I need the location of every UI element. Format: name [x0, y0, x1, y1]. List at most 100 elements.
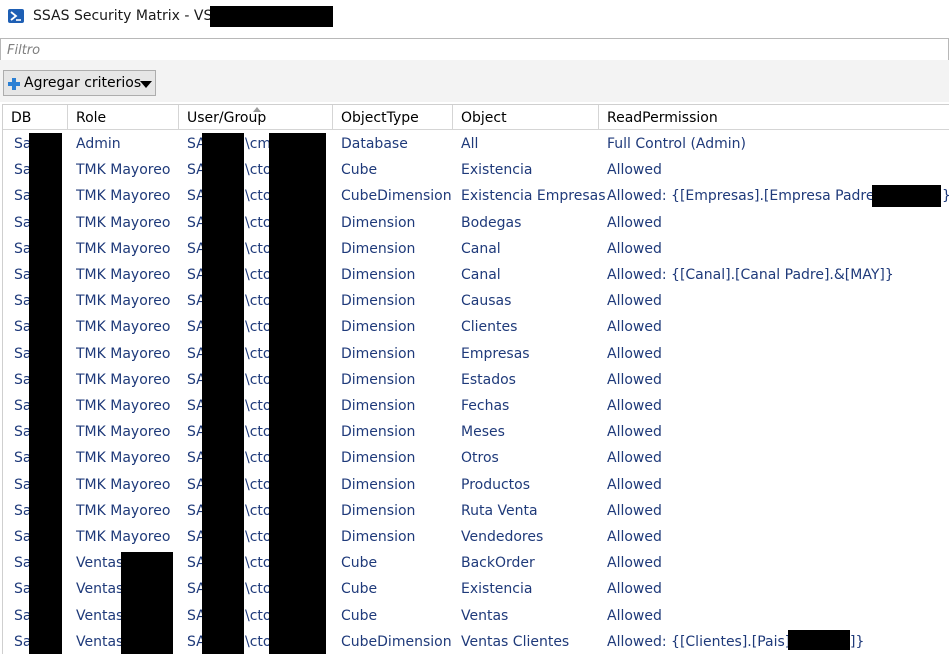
cell-objecttype: Dimension: [341, 476, 416, 493]
table-row[interactable]: Sa TMK Mayoreo SA \cto Dimension Bodegas Allow…: [3, 210, 949, 236]
table-row[interactable]: Sa TMK Mayoreo SA \cto Dimension Canal Allowed: [3, 236, 949, 262]
cell-object: All: [461, 136, 479, 152]
cell-role: TMK Mayoreo: [76, 162, 171, 179]
cell-objecttype: Dimension: [341, 529, 416, 545]
cell-readpermission: Allowed: [607, 424, 662, 441]
cell-readpermission: Allowed: [607, 293, 662, 310]
redaction-block: [210, 6, 333, 27]
cell-readpermission: Allowed: [607, 319, 662, 336]
cell-user-name: \cto: [245, 371, 272, 388]
cell-user-name: \cto: [245, 529, 272, 545]
redaction-block: [202, 133, 244, 654]
table-row[interactable]: Sa TMK Mayoreo SA \cto Dimension Ruta Venta Al…: [3, 498, 949, 524]
cell-role: TMK Mayoreo: [76, 345, 171, 362]
cell-object: Canal: [461, 240, 501, 257]
cell-object: Meses: [461, 424, 505, 441]
table-row[interactable]: Sa TMK Mayoreo SA \cto Dimension Estados Allow…: [3, 367, 949, 393]
cell-object: Ruta Venta: [461, 502, 538, 519]
cell-objecttype: CubeDimension: [341, 188, 452, 205]
cell-role: TMK Mayoreo: [76, 398, 171, 414]
cell-user-name: \cto: [245, 162, 272, 179]
cell-role: TMK Mayoreo: [76, 240, 171, 257]
cell-user-name: \cm: [245, 136, 272, 152]
grid-header: DB Role User/Group ObjectType Object Rea…: [3, 105, 949, 130]
cell-objecttype: Cube: [341, 162, 378, 179]
cell-object: Existencia: [461, 581, 533, 598]
cell-role: TMK Mayoreo: [76, 502, 171, 519]
cell-objecttype: CubeDimension: [341, 633, 452, 650]
cell-readpermission-tail: ]}: [850, 633, 865, 650]
cell-user-name: \cto: [245, 214, 272, 231]
cell-role: TMK Mayoreo: [76, 371, 171, 388]
cell-user-name: \cto: [245, 188, 272, 205]
table-row[interactable]: Sa TMK Mayoreo SA \cto Dimension Productos All…: [3, 472, 949, 498]
cell-objecttype: Cube: [341, 555, 378, 572]
cell-readpermission: Allowed: [607, 450, 662, 467]
caret-down-icon: [140, 81, 152, 88]
cell-user-name: \cto: [245, 424, 272, 441]
cell-user-name: \cto: [245, 319, 272, 336]
cell-role: TMK Mayoreo: [76, 188, 171, 205]
redaction-block: [269, 133, 326, 654]
cell-user-name: \cto: [245, 267, 272, 283]
cell-objecttype: Cube: [341, 607, 378, 624]
column-header-role[interactable]: Role: [68, 105, 179, 129]
cell-readpermission: Allowed: [607, 398, 662, 414]
cell-role: TMK Mayoreo: [76, 214, 171, 231]
cell-objecttype: Dimension: [341, 371, 416, 388]
table-row[interactable]: Sa TMK Mayoreo SA \cto Dimension Vendedores Al…: [3, 524, 949, 550]
cell-readpermission: Allowed: [607, 607, 662, 624]
cell-object: Canal: [461, 267, 501, 283]
cell-user-name: \cto: [245, 607, 272, 624]
cell-object: Clientes: [461, 319, 518, 336]
cell-readpermission: Allowed: {[Empresas].[Empresa Padre].&[: [607, 188, 901, 205]
cell-role: Ventas: [76, 555, 124, 572]
table-row[interactable]: Sa TMK Mayoreo SA \cto Dimension Fechas Allowe…: [3, 393, 949, 419]
cell-readpermission: Allowed: [607, 502, 662, 519]
cell-objecttype: Dimension: [341, 214, 416, 231]
cell-role: Admin: [76, 136, 121, 152]
cell-readpermission-tail: }: [942, 183, 949, 209]
cell-readpermission: Allowed: [607, 214, 662, 231]
table-row[interactable]: Sa TMK Mayoreo SA \cto Dimension Otros Allowed: [3, 445, 949, 471]
cell-objecttype: Dimension: [341, 398, 416, 414]
column-header-readpermission[interactable]: ReadPermission: [599, 105, 949, 129]
filter-box[interactable]: [0, 38, 949, 61]
sort-ascending-icon: [253, 107, 261, 112]
cell-user-name: \cto: [245, 450, 272, 467]
cell-readpermission: Allowed: [607, 240, 662, 257]
table-row[interactable]: Sa TMK Mayoreo SA \cto Dimension Empresas Allo…: [3, 341, 949, 367]
table-row[interactable]: Sa TMK Mayoreo SA \cto Dimension Clientes Allo…: [3, 314, 949, 340]
cell-role: TMK Mayoreo: [76, 529, 171, 545]
table-row[interactable]: Sa TMK Mayoreo SA \cto Dimension Canal Allowed…: [3, 262, 949, 288]
add-criteria-button[interactable]: Agregar criterios: [3, 70, 156, 96]
cell-object: Productos: [461, 476, 531, 493]
cell-object: Bodegas: [461, 214, 522, 231]
cell-object: Causas: [461, 293, 512, 310]
cell-role: TMK Mayoreo: [76, 476, 171, 493]
table-row[interactable]: Sa Admin SA \cm Database All Full Control (Adm…: [3, 131, 949, 157]
cell-user-name: \cto: [245, 398, 272, 414]
cell-objecttype: Dimension: [341, 240, 416, 257]
cell-object: Ventas: [461, 607, 509, 624]
cell-role: TMK Mayoreo: [76, 293, 171, 310]
cell-user-name: \cto: [245, 581, 272, 598]
cell-object: Otros: [461, 450, 499, 467]
cell-readpermission: Allowed: [607, 345, 662, 362]
table-row[interactable]: Sa TMK Mayoreo SA \cto Dimension Meses Allowed: [3, 419, 949, 445]
table-row[interactable]: Sa TMK Mayoreo SA \cto CubeDimension Existenc…: [3, 183, 949, 209]
cell-objecttype: Dimension: [341, 450, 416, 467]
column-header-objecttype[interactable]: ObjectType: [333, 105, 453, 129]
cell-role: TMK Mayoreo: [76, 450, 171, 467]
table-row[interactable]: Sa TMK Mayoreo SA \cto Dimension Causas Allowe…: [3, 288, 949, 314]
cell-readpermission: Allowed: [607, 371, 662, 388]
cell-readpermission: Allowed: [607, 581, 662, 598]
column-header-db[interactable]: DB: [3, 105, 68, 129]
table-row[interactable]: Sa TMK Mayoreo SA \cto Cube Existencia Allowed: [3, 157, 949, 183]
cell-readpermission: Allowed: {[Canal].[Canal Padre].&[MAY]}: [607, 267, 894, 283]
cell-objecttype: Dimension: [341, 502, 416, 519]
column-header-object[interactable]: Object: [453, 105, 599, 129]
filter-input[interactable]: [1, 40, 948, 61]
cell-readpermission: Allowed: [607, 476, 662, 493]
cell-readpermission: Allowed: [607, 555, 662, 572]
